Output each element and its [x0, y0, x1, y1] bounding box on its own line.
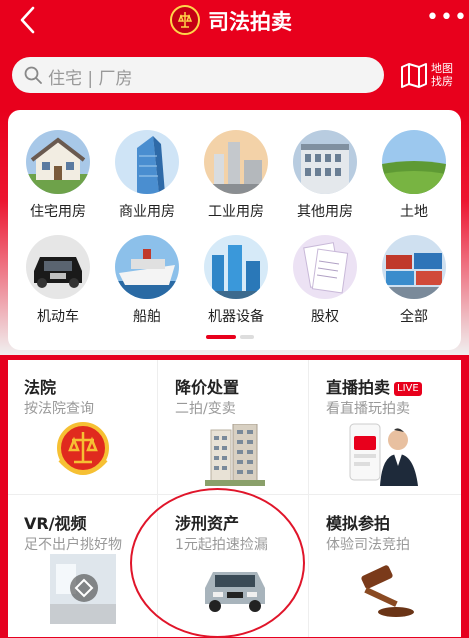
search-icon: [24, 66, 42, 84]
search-placeholder: 住宅 | 厂房: [48, 69, 133, 89]
residential-house-icon: [26, 130, 90, 194]
category-label: 工业用房: [208, 204, 264, 220]
land-icon: [382, 130, 446, 194]
court-emblem-icon: [57, 422, 109, 475]
category-label: 机动车: [37, 309, 79, 325]
back-button[interactable]: [14, 5, 44, 35]
feature-live-auction[interactable]: 直播拍卖 LIVE 看直播玩拍卖: [310, 360, 460, 496]
chevron-left-icon: [20, 6, 35, 34]
car-icon: [26, 235, 90, 299]
category-label: 股权: [311, 309, 339, 325]
category-vehicle[interactable]: 机动车: [16, 225, 100, 330]
apartment-building-icon: [205, 424, 265, 486]
category-commercial[interactable]: 商业用房: [105, 120, 189, 225]
office-tower-icon: [115, 130, 179, 194]
feature-title: 法院: [24, 378, 57, 397]
page-indicator-active: [206, 335, 236, 339]
category-land[interactable]: 土地: [372, 120, 456, 225]
feature-court[interactable]: 法院 按法院查询: [8, 360, 158, 496]
court-emblem-icon: [170, 5, 200, 35]
map-search-label: 地图找房: [431, 62, 453, 88]
ship-icon: [115, 235, 179, 299]
map-icon: [401, 63, 427, 88]
documents-icon: [293, 235, 357, 299]
live-presenter-icon: [349, 423, 418, 486]
feature-subtitle: 二拍/变卖: [175, 401, 236, 417]
highlight-annotation-circle: [130, 488, 305, 638]
category-residential[interactable]: 住宅用房: [16, 120, 100, 225]
category-label: 船舶: [133, 309, 161, 325]
feature-subtitle: 足不出户挑好物: [24, 537, 122, 553]
feature-title: 降价处置: [175, 378, 240, 397]
category-label: 机器设备: [208, 309, 264, 325]
feature-title-text: 直播拍卖: [326, 378, 391, 397]
category-equity[interactable]: 股权: [283, 225, 367, 330]
search-input[interactable]: 住宅 | 厂房: [12, 57, 384, 93]
vr-room-icon: [50, 554, 116, 624]
page-title: 司法拍卖: [208, 10, 292, 34]
feature-title: 直播拍卖 LIVE: [326, 374, 422, 398]
feature-subtitle: 体验司法竞拍: [326, 537, 410, 553]
map-search-button[interactable]: 地图找房: [400, 58, 460, 94]
live-badge: LIVE: [394, 382, 422, 396]
page-indicator-inactive: [240, 335, 254, 339]
feature-subtitle: 看直播玩拍卖: [326, 401, 410, 417]
category-label: 其他用房: [297, 204, 353, 220]
feature-title: VR/视频: [24, 514, 87, 533]
gavel-icon: [361, 565, 414, 617]
category-label: 全部: [400, 309, 428, 325]
category-label: 土地: [400, 204, 428, 220]
more-menu-button[interactable]: •••: [426, 7, 468, 29]
category-label: 商业用房: [119, 204, 175, 220]
building-icon: [293, 130, 357, 194]
feature-price-reduction[interactable]: 降价处置 二拍/变卖: [159, 360, 309, 496]
category-all[interactable]: 全部: [372, 225, 456, 330]
category-other-property[interactable]: 其他用房: [283, 120, 367, 225]
factory-icon: [204, 130, 268, 194]
category-ship[interactable]: 船舶: [105, 225, 189, 330]
feature-subtitle: 按法院查询: [24, 401, 94, 417]
app-header: 司法拍卖 •••: [0, 0, 469, 44]
category-panel: 住宅用房 商业用房 工业用房 其他用房 土地 机动车 船舶 机器设备 股权 全部: [8, 110, 461, 350]
category-industrial[interactable]: 工业用房: [194, 120, 278, 225]
machinery-icon: [204, 235, 268, 299]
category-label: 住宅用房: [30, 204, 86, 220]
category-machinery[interactable]: 机器设备: [194, 225, 278, 330]
feature-mock-bidding[interactable]: 模拟参拍 体验司法竞拍: [310, 496, 460, 632]
containers-icon: [382, 235, 446, 299]
feature-title: 模拟参拍: [326, 514, 391, 533]
